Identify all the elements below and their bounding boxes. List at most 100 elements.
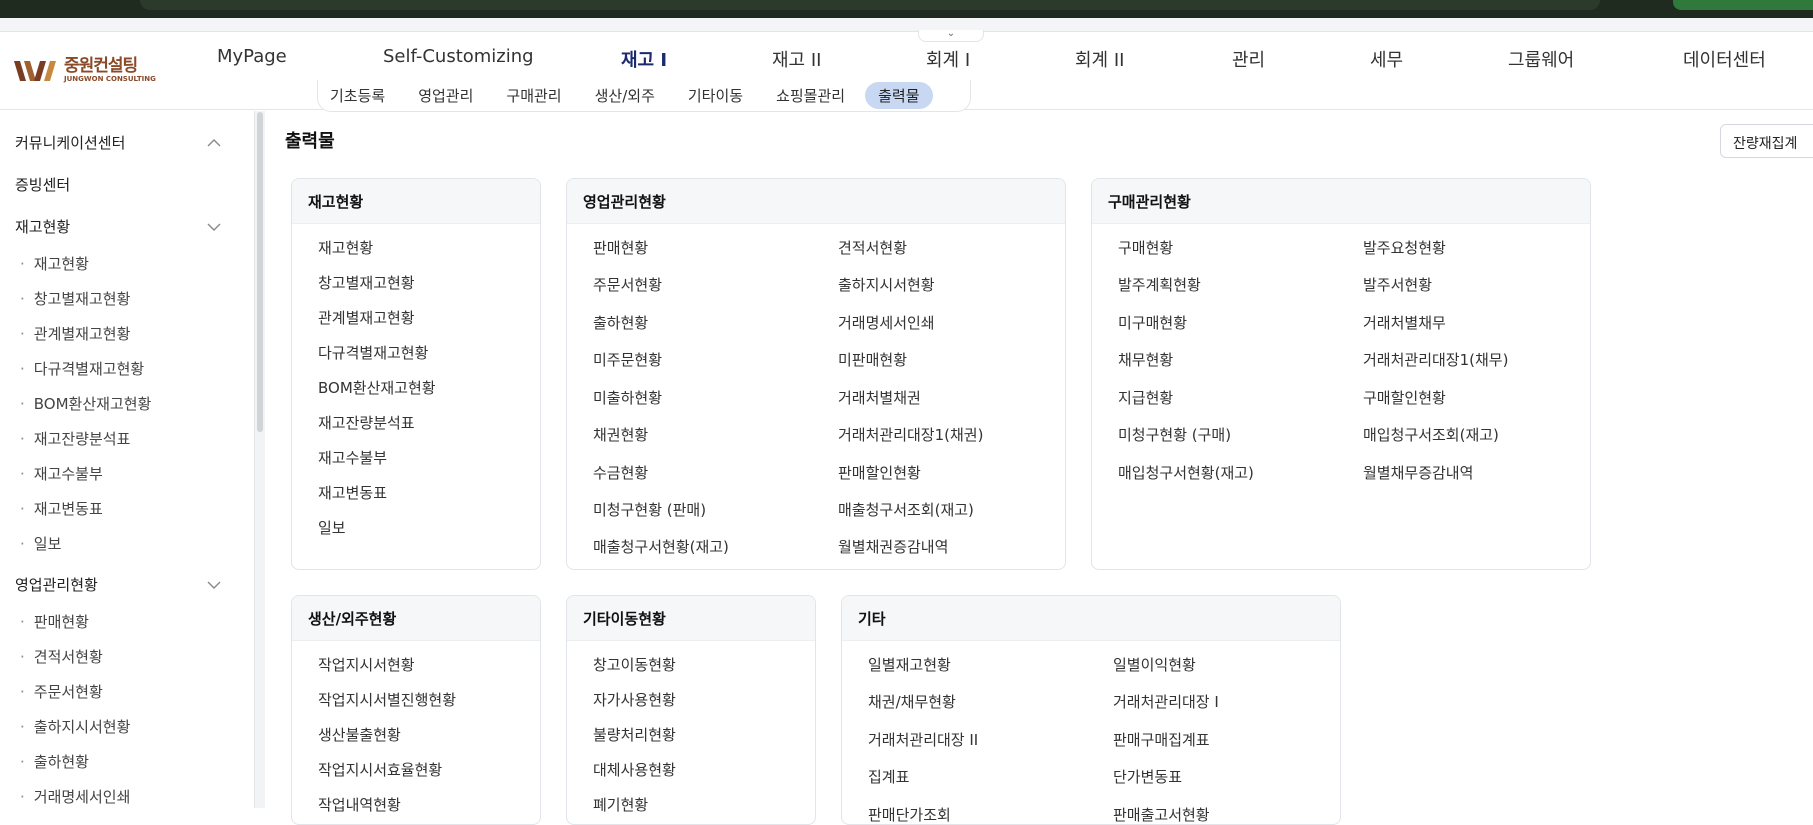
report-link[interactable]: 거래처관리대장1(채무): [1363, 349, 1508, 370]
report-link[interactable]: 재고잔량분석표: [318, 412, 415, 433]
report-link[interactable]: 일보: [318, 517, 346, 538]
report-link[interactable]: 재고변동표: [318, 482, 387, 503]
topnav-mypage[interactable]: MyPage: [217, 46, 287, 67]
recount-balance-button[interactable]: 잔량재집계: [1720, 124, 1813, 158]
sidebar-item[interactable]: 일보: [20, 533, 62, 554]
report-link[interactable]: BOM환산재고현황: [318, 377, 436, 398]
report-link[interactable]: 재고현황: [318, 237, 373, 258]
sidebar-scrollbar-thumb[interactable]: [257, 112, 263, 432]
report-link[interactable]: 집계표: [868, 766, 909, 787]
report-link[interactable]: 매입청구서현황(재고): [1118, 462, 1254, 483]
report-link[interactable]: 거래처별채무: [1363, 312, 1446, 333]
chevron-up-icon[interactable]: [206, 135, 222, 151]
topnav-groupware[interactable]: 그룹웨어: [1508, 46, 1574, 72]
sidebar-item[interactable]: 거래명세서인쇄: [20, 786, 131, 807]
subnav-other-move[interactable]: 기타이동: [688, 85, 743, 106]
report-link[interactable]: 구매할인현황: [1363, 387, 1446, 408]
sidebar-item[interactable]: 판매현황: [20, 611, 89, 632]
sidebar-item[interactable]: 창고별재고현황: [20, 288, 131, 309]
sidebar-item[interactable]: 출하현황: [20, 751, 89, 772]
report-link[interactable]: 구매현황: [1118, 237, 1173, 258]
sidebar-item[interactable]: 다규격별재고현황: [20, 358, 144, 379]
report-link[interactable]: 일별재고현황: [868, 654, 951, 675]
report-link[interactable]: 발주서현황: [1363, 274, 1432, 295]
topnav-accounting-2[interactable]: 회계 II: [1075, 46, 1124, 72]
report-link[interactable]: 채권현황: [593, 424, 648, 445]
topnav-accounting-1[interactable]: 회계 I: [926, 46, 970, 72]
report-link[interactable]: 작업지시서별진행현황: [318, 689, 456, 710]
report-link[interactable]: 지급현황: [1118, 387, 1173, 408]
report-link[interactable]: 매출청구서조회(재고): [838, 499, 974, 520]
report-link[interactable]: 판매할인현황: [838, 462, 921, 483]
report-link[interactable]: 매출청구서현황(재고): [593, 536, 729, 557]
report-link[interactable]: 채권/채무현황: [868, 691, 956, 712]
sidebar-group-sales[interactable]: 영업관리현황: [15, 574, 98, 595]
report-link[interactable]: 월별채권증감내역: [838, 536, 948, 557]
report-link[interactable]: 수금현황: [593, 462, 648, 483]
report-link[interactable]: 거래처별채권: [838, 387, 921, 408]
sidebar-item[interactable]: 주문서현황: [20, 681, 103, 702]
report-link[interactable]: 출하현황: [593, 312, 648, 333]
report-link[interactable]: 거래처관리대장 I: [1113, 691, 1219, 712]
report-link[interactable]: 판매현황: [593, 237, 648, 258]
topnav-management[interactable]: 관리: [1232, 46, 1265, 72]
sidebar-item[interactable]: 재고현황: [20, 253, 89, 274]
chevron-down-icon[interactable]: [206, 577, 222, 593]
report-link[interactable]: 단가변동표: [1113, 766, 1182, 787]
subnav-output[interactable]: 출력물: [865, 82, 933, 109]
sidebar-item[interactable]: BOM환산재고현황: [20, 393, 152, 414]
sidebar-item[interactable]: 재고변동표: [20, 498, 103, 519]
subnav-basic-registration[interactable]: 기초등록: [330, 85, 385, 106]
report-link[interactable]: 작업지시서현황: [318, 654, 415, 675]
report-link[interactable]: 미주문현황: [593, 349, 662, 370]
report-link[interactable]: 거래명세서인쇄: [838, 312, 935, 333]
browser-accent-button[interactable]: [1673, 0, 1813, 10]
report-link[interactable]: 매입청구서조회(재고): [1363, 424, 1499, 445]
report-link[interactable]: 월별채무증감내역: [1363, 462, 1473, 483]
sidebar-group-communication[interactable]: 커뮤니케이션센터: [15, 132, 125, 153]
company-logo[interactable]: 중원컨설팅 JUNGWON CONSULTING: [14, 52, 164, 88]
report-link[interactable]: 거래처관리대장1(채권): [838, 424, 983, 445]
report-link[interactable]: 작업지시서효율현황: [318, 759, 442, 780]
collapse-header-icon[interactable]: ⌄: [918, 29, 984, 42]
report-link[interactable]: 거래처관리대장 II: [868, 729, 978, 750]
subnav-production[interactable]: 생산/외주: [595, 85, 655, 106]
report-link[interactable]: 자가사용현황: [593, 689, 676, 710]
topnav-self-customizing[interactable]: Self-Customizing: [383, 46, 534, 67]
topnav-tax[interactable]: 세무: [1370, 46, 1403, 72]
report-link[interactable]: 미판매현황: [838, 349, 907, 370]
subnav-shopping[interactable]: 쇼핑몰관리: [776, 85, 845, 106]
report-link[interactable]: 채무현황: [1118, 349, 1173, 370]
report-link[interactable]: 대체사용현황: [593, 759, 676, 780]
report-link[interactable]: 폐기현황: [593, 794, 648, 815]
chevron-down-icon[interactable]: [206, 219, 222, 235]
report-link[interactable]: 미청구현황 (구매): [1118, 424, 1231, 445]
report-link[interactable]: 주문서현황: [593, 274, 662, 295]
report-link[interactable]: 판매구매집계표: [1113, 729, 1210, 750]
report-link[interactable]: 창고이동현황: [593, 654, 676, 675]
report-link[interactable]: 발주계획현황: [1118, 274, 1201, 295]
report-link[interactable]: 일별이익현황: [1113, 654, 1196, 675]
report-link[interactable]: 판매단가조회: [868, 804, 951, 824]
topnav-datacenter[interactable]: 데이터센터: [1683, 46, 1766, 72]
report-link[interactable]: 미출하현황: [593, 387, 662, 408]
report-link[interactable]: 미청구현황 (판매): [593, 499, 706, 520]
topnav-inventory-1[interactable]: 재고 I: [621, 46, 667, 72]
report-link[interactable]: 다규격별재고현황: [318, 342, 428, 363]
topnav-inventory-2[interactable]: 재고 II: [772, 46, 821, 72]
report-link[interactable]: 견적서현황: [838, 237, 907, 258]
report-link[interactable]: 생산불출현황: [318, 724, 401, 745]
report-link[interactable]: 불량처리현황: [593, 724, 676, 745]
report-link[interactable]: 발주요청현황: [1363, 237, 1446, 258]
report-link[interactable]: 관계별재고현황: [318, 307, 415, 328]
sidebar-item[interactable]: 출하지시서현황: [20, 716, 131, 737]
report-link[interactable]: 판매출고서현황: [1113, 804, 1210, 824]
report-link[interactable]: 작업내역현황: [318, 794, 401, 815]
report-link[interactable]: 출하지시서현황: [838, 274, 935, 295]
sidebar-item[interactable]: 재고잔량분석표: [20, 428, 131, 449]
sidebar-item[interactable]: 재고수불부: [20, 463, 103, 484]
sidebar-group-inventory[interactable]: 재고현황: [15, 216, 70, 237]
subnav-sales[interactable]: 영업관리: [418, 85, 473, 106]
sidebar-group-evidence[interactable]: 증빙센터: [15, 174, 70, 195]
sidebar-item[interactable]: 견적서현황: [20, 646, 103, 667]
